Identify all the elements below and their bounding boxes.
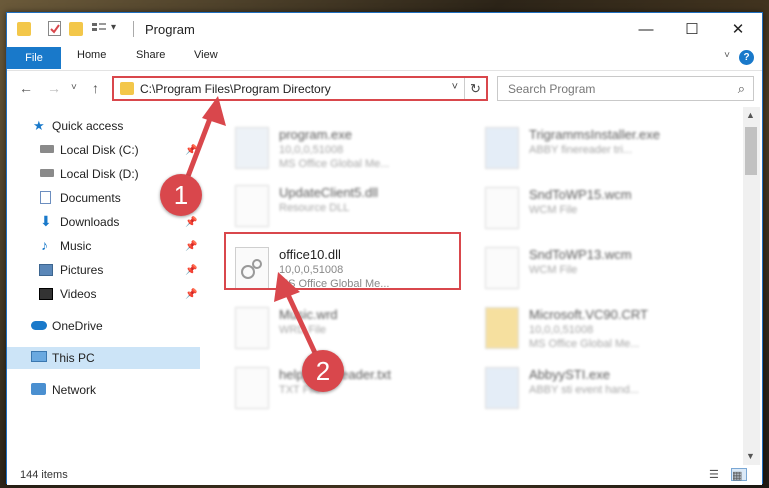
annotation-arrows	[179, 96, 325, 370]
step-one-badge: 1	[160, 174, 202, 216]
step-two-badge: 2	[302, 350, 344, 392]
